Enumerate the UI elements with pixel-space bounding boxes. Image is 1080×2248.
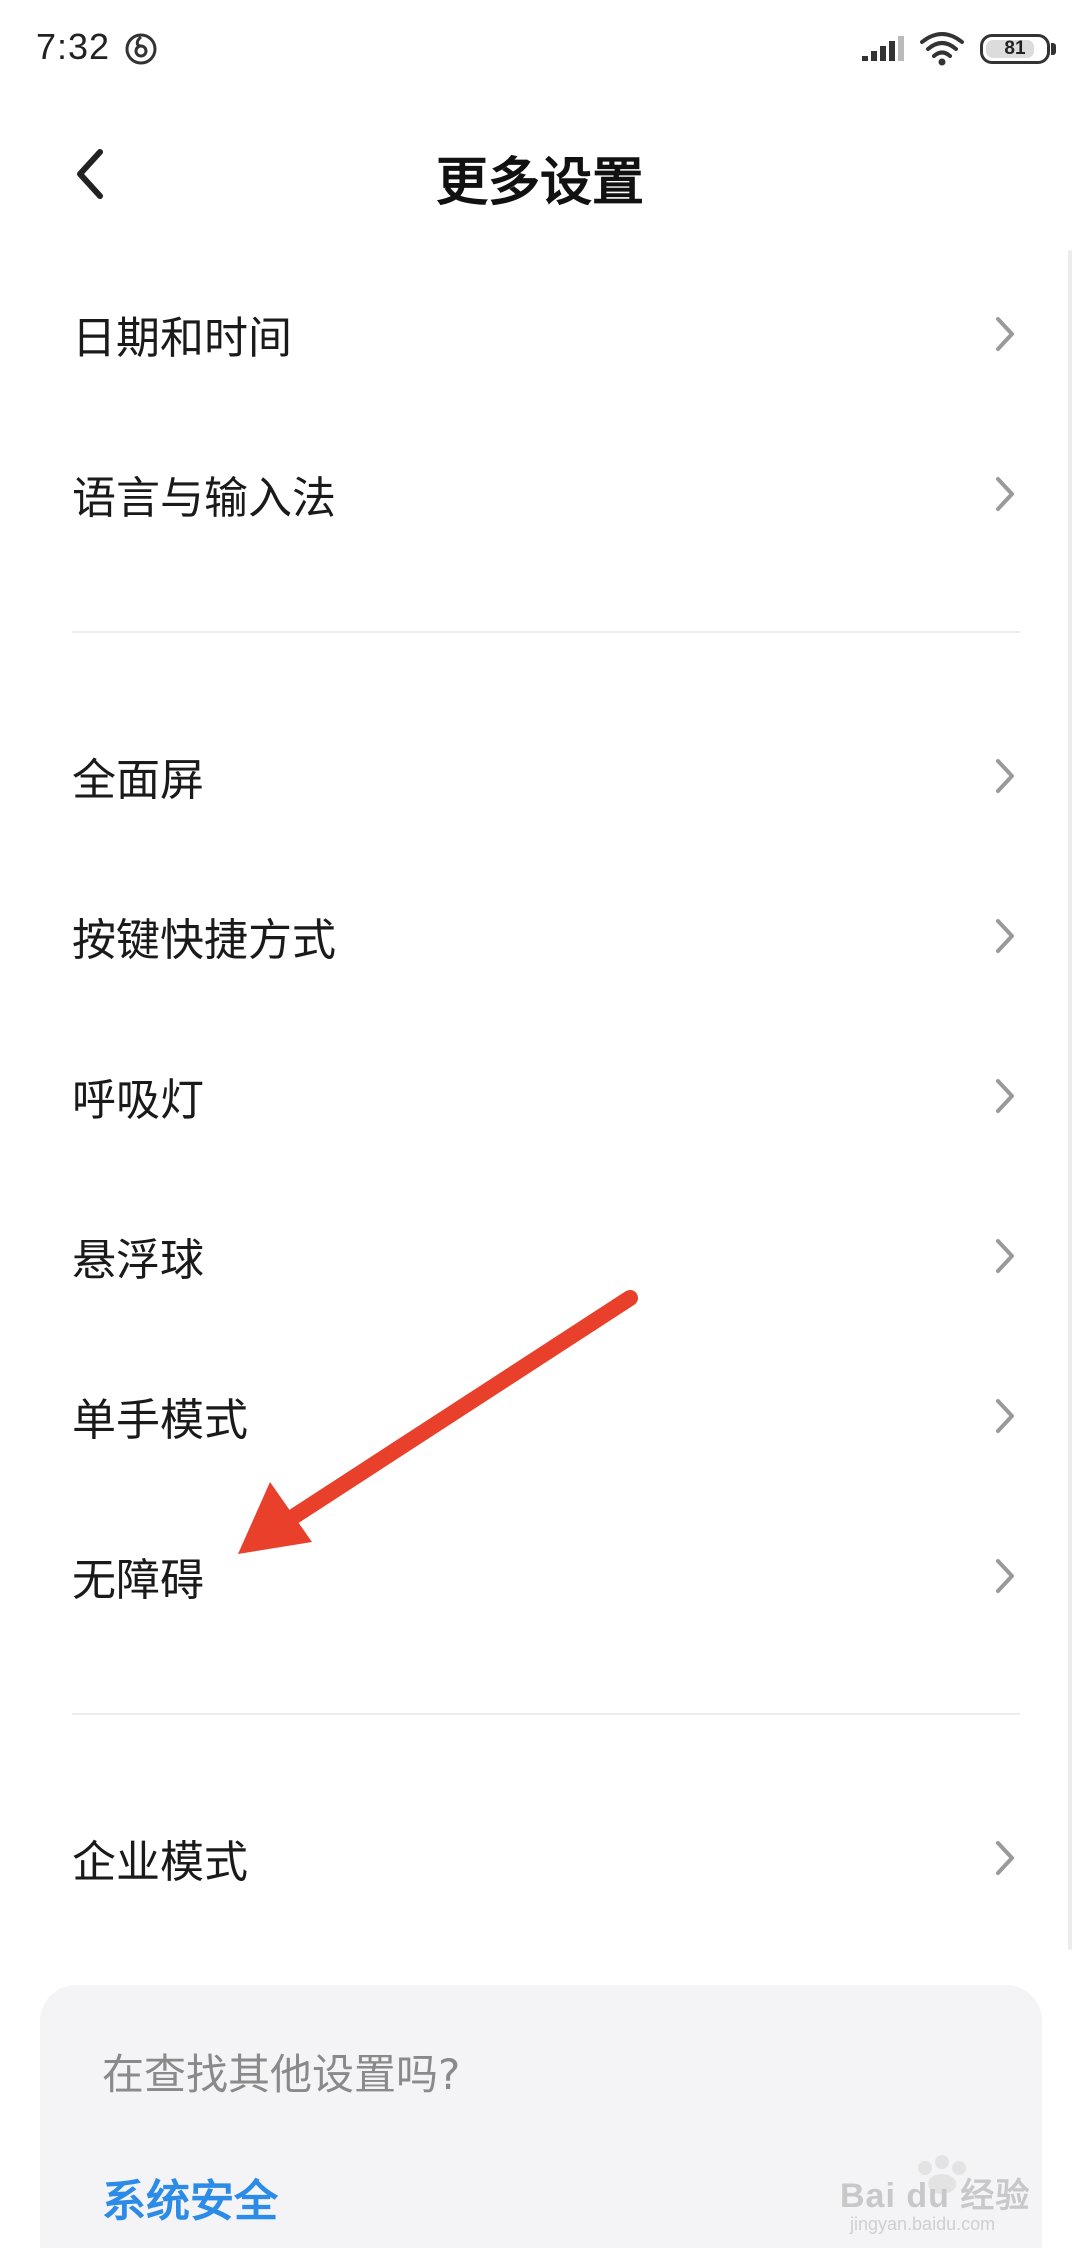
list-item-label: 全面屏 <box>72 755 204 806</box>
status-time: 7:32 <box>36 26 111 67</box>
battery-tip <box>1051 43 1056 55</box>
battery-icon: 81 <box>980 34 1050 64</box>
chevron-right-icon <box>996 1399 1014 1433</box>
chevron-right-icon <box>996 317 1014 351</box>
suggestion-title: 在查找其他设置吗? <box>102 2050 461 2099</box>
wifi-icon <box>920 32 964 66</box>
list-item-one-handed-mode[interactable]: 单手模式 <box>0 1336 1080 1496</box>
list-item-accessibility[interactable]: 无障碍 <box>0 1496 1080 1656</box>
list-item-full-screen[interactable]: 全面屏 <box>0 696 1080 856</box>
list-item-date-time[interactable]: 日期和时间 <box>0 254 1080 414</box>
list-item-label: 呼吸灯 <box>72 1075 204 1126</box>
list-item-label: 单手模式 <box>72 1395 248 1446</box>
signal-icon <box>862 36 904 61</box>
netease-music-icon <box>125 33 157 65</box>
status-bar: 7:32 81 <box>0 0 1080 100</box>
watermark-text: Bai du 经验 <box>840 2177 1031 2215</box>
list-item-enterprise-mode[interactable]: 企业模式 <box>0 1778 1080 1938</box>
suggestion-link-system-security[interactable]: 系统安全 <box>102 2165 278 2229</box>
list-item-label: 按键快捷方式 <box>72 915 336 966</box>
section-divider <box>72 631 1020 633</box>
list-item-label: 悬浮球 <box>72 1235 204 1286</box>
chevron-right-icon <box>996 477 1014 511</box>
list-item-floating-ball[interactable]: 悬浮球 <box>0 1176 1080 1336</box>
chevron-right-icon <box>996 759 1014 793</box>
list-item-language-input[interactable]: 语言与输入法 <box>0 414 1080 574</box>
watermark-sub: jingyan.baidu.com <box>850 2214 996 2234</box>
list-item-button-shortcuts[interactable]: 按键快捷方式 <box>0 856 1080 1016</box>
section-divider <box>72 1713 1020 1715</box>
chevron-right-icon <box>996 919 1014 953</box>
chevron-right-icon <box>996 1239 1014 1273</box>
more-settings-screen: 7:32 81 更多设置 日期和时间 语言与输入法 全面屏 按键快捷方式 呼吸灯… <box>0 0 1080 2248</box>
list-item-label: 企业模式 <box>72 1837 248 1888</box>
list-item-label: 无障碍 <box>72 1555 204 1606</box>
list-item-label: 语言与输入法 <box>72 473 336 524</box>
list-item-notification-light[interactable]: 呼吸灯 <box>0 1016 1080 1176</box>
chevron-right-icon <box>996 1841 1014 1875</box>
list-item-label: 日期和时间 <box>72 313 292 364</box>
chevron-right-icon <box>996 1079 1014 1113</box>
header: 更多设置 <box>0 110 1080 230</box>
battery-level: 81 <box>1004 38 1026 59</box>
chevron-right-icon <box>996 1559 1014 1593</box>
page-title: 更多设置 <box>435 153 644 213</box>
